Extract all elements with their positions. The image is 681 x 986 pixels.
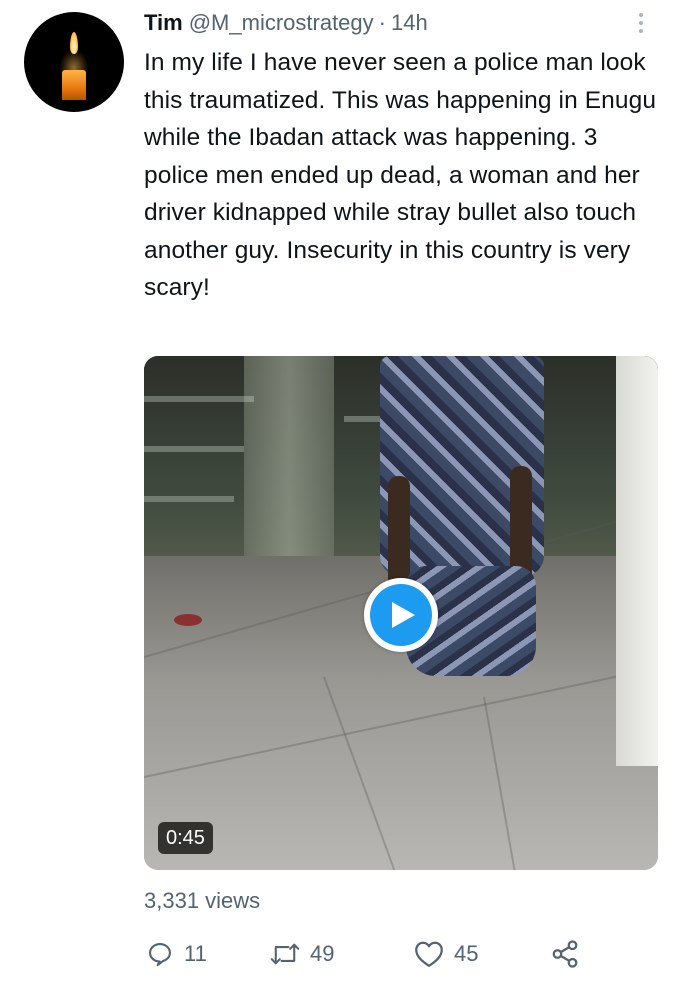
candle-body xyxy=(62,70,86,100)
retweet-button[interactable]: 49 xyxy=(270,936,334,972)
like-count: 45 xyxy=(454,941,479,966)
view-count: 3,331 views xyxy=(144,888,261,913)
play-button[interactable] xyxy=(364,578,438,652)
video-pillar xyxy=(244,356,334,556)
video-duration: 0:45 xyxy=(158,822,213,854)
heart-icon xyxy=(415,941,443,967)
video-shelf xyxy=(144,446,244,452)
video-fridge xyxy=(616,356,658,766)
retweet-count: 49 xyxy=(310,941,335,966)
more-vertical-icon[interactable] xyxy=(631,8,651,38)
video-shelf xyxy=(144,396,254,402)
candle-icon xyxy=(70,32,78,54)
author-handle[interactable]: @M_microstrategy xyxy=(189,10,374,36)
author-name[interactable]: Tim xyxy=(144,10,183,36)
avatar[interactable] xyxy=(24,12,124,112)
video-shelf xyxy=(144,496,234,502)
retweet-icon xyxy=(270,943,300,965)
share-icon xyxy=(552,940,578,968)
header-separator: · xyxy=(378,10,386,35)
share-button[interactable] xyxy=(550,936,580,972)
tweet-time[interactable]: 14h xyxy=(391,10,428,36)
play-icon xyxy=(370,584,432,646)
tweet-header: Tim @M_microstrategy · 14h xyxy=(144,8,428,38)
tweet-text: In my life I have never seen a police ma… xyxy=(144,49,657,301)
reply-icon xyxy=(149,943,171,967)
reply-button[interactable]: 11 xyxy=(146,936,207,972)
like-button[interactable]: 45 xyxy=(414,936,478,972)
reply-count: 11 xyxy=(184,941,207,966)
action-bar: 11 49 45 xyxy=(144,936,604,972)
video-floor-stain xyxy=(174,614,202,626)
